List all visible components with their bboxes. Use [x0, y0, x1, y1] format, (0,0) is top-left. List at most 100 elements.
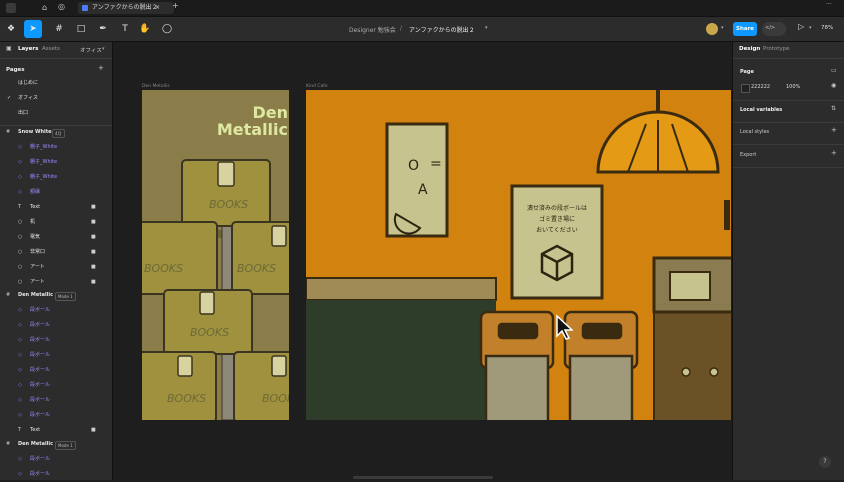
local-styles-title[interactable]: Local styles	[740, 129, 769, 135]
mouse-cursor-icon	[556, 314, 573, 340]
pen-icon: ✒	[99, 24, 107, 34]
text-tool[interactable]: T	[116, 20, 134, 38]
layer-item[interactable]: ◇ 棚子_White	[0, 170, 112, 185]
lock-icon[interactable]: ■	[91, 215, 96, 230]
comment-tool[interactable]: ◯	[158, 20, 176, 38]
frame-name: Snow White	[18, 129, 52, 135]
avatar-chevron-icon[interactable]: ▾	[721, 25, 724, 31]
panel-toggle-icon[interactable]: ▣	[6, 45, 12, 52]
layer-item[interactable]: ◇ 段ボール	[0, 363, 112, 378]
help-icon: ?	[823, 458, 827, 465]
present-icon[interactable]: ▷	[798, 22, 804, 31]
layer-item[interactable]: ◇ 段ボール	[0, 378, 112, 393]
layer-item[interactable]: T Text ■	[0, 200, 112, 215]
canvas[interactable]: Den Metallic Kind Cafe BOOKS BOOKS BOOKS	[113, 42, 731, 480]
chevron-down-icon[interactable]: ▾	[485, 25, 488, 31]
page-item[interactable]: はじめに	[0, 76, 112, 91]
new-tab-icon[interactable]: +	[172, 1, 179, 10]
visibility-eye-icon[interactable]: ◉	[831, 82, 836, 89]
lock-icon[interactable]: ■	[91, 245, 96, 260]
lock-icon[interactable]: ■	[91, 230, 96, 245]
layer-item[interactable]: ◇ 段ボール	[0, 348, 112, 363]
page-opacity-value[interactable]: 100%	[786, 84, 800, 90]
component-icon: ◇	[18, 307, 22, 313]
avatar[interactable]	[706, 23, 718, 35]
component-icon: ◇	[18, 189, 22, 195]
tab-layers[interactable]: Layers	[18, 46, 38, 52]
frame-layer-den-metallic[interactable]: # Den Metallic Mode 1	[0, 288, 112, 303]
project-name[interactable]: Designer 勉強会	[349, 25, 396, 34]
layer-item[interactable]: ○ 電気 ■	[0, 230, 112, 245]
layer-item-label: 段ボール	[30, 397, 51, 403]
layer-item[interactable]: ◇ 段ボール	[0, 393, 112, 408]
page-color-value[interactable]: 222222	[751, 84, 770, 90]
component-icon: ◇	[18, 456, 22, 462]
file-tab[interactable]: アンファクからの脱出２ ×	[78, 2, 174, 14]
canvas-scrollbar[interactable]	[353, 476, 493, 479]
file-name[interactable]: アンファクからの脱出２	[409, 25, 475, 34]
frame-tool[interactable]: #	[50, 20, 68, 38]
layer-item[interactable]: ◇ 棚子_White	[0, 140, 112, 155]
layer-item[interactable]: ◇ 段ボール	[0, 408, 112, 423]
lock-icon[interactable]: ■	[91, 423, 96, 438]
kind-cafe-frame[interactable]: O = A 潰せ済みの段ボールは ゴミ置き場に おいてください	[306, 90, 731, 420]
zoom-level[interactable]: 78%	[821, 25, 833, 31]
layer-item[interactable]: T Text ■	[0, 423, 112, 438]
add-page-icon[interactable]: +	[98, 64, 104, 72]
layer-item[interactable]: ◇ 段ボール	[0, 452, 112, 467]
layer-item-label: 非常口	[30, 249, 46, 255]
close-tab-icon[interactable]: ×	[155, 2, 160, 14]
layer-item[interactable]: ◇ 段ボール	[0, 333, 112, 348]
variables-settings-icon[interactable]: ⇅	[831, 105, 836, 112]
tab-prototype[interactable]: Prototype	[763, 46, 790, 52]
tab-assets[interactable]: Assets	[42, 46, 60, 52]
page-item-label: オフィス	[18, 95, 38, 101]
local-variables-title[interactable]: Local variables	[740, 107, 782, 113]
tab-design[interactable]: Design	[739, 46, 760, 52]
component-icon: ◇	[18, 337, 22, 343]
pen-tool[interactable]: ✒	[94, 20, 112, 38]
variable-mode-label: 4月	[55, 131, 62, 136]
frame-layer-snow-white[interactable]: # Snow White 4月	[0, 125, 112, 140]
hand-tool[interactable]: ✋	[136, 20, 154, 38]
poster-glyph: =	[430, 156, 442, 172]
page-item[interactable]: 出口	[0, 106, 112, 121]
layer-item[interactable]: ◇ 段ボール	[0, 303, 112, 318]
export-title[interactable]: Export	[740, 152, 756, 158]
notice-line2: ゴミ置き場に	[539, 215, 575, 223]
page-settings-icon[interactable]: ▭	[831, 67, 837, 74]
layer-item[interactable]: ◇ 額縁	[0, 185, 112, 200]
layer-item[interactable]: ○ 机 ■	[0, 215, 112, 230]
share-button[interactable]: Share	[733, 22, 757, 36]
frame-layer-den-metallic-2[interactable]: # Den Metallic Mode 1	[0, 437, 112, 452]
more-icon[interactable]: ···	[826, 1, 832, 8]
help-button[interactable]: ?	[819, 456, 831, 468]
home-icon[interactable]: ⌂	[42, 3, 47, 12]
shape-tool[interactable]: □	[72, 20, 90, 38]
page-color-swatch[interactable]	[741, 84, 750, 93]
lock-icon[interactable]: ■	[91, 200, 96, 215]
layer-item-label: 机	[30, 219, 36, 225]
page-item-current[interactable]: ✓ オフィス	[0, 91, 112, 106]
community-icon[interactable]: ◎	[58, 2, 65, 11]
frame-label-den-metallic[interactable]: Den Metallic	[142, 84, 170, 89]
present-chevron-icon[interactable]: ▾	[809, 25, 812, 31]
frame-label-kind-cafe[interactable]: Kind Cafe	[306, 84, 328, 89]
page-select[interactable]: オフィス	[80, 46, 102, 54]
dev-mode-toggle[interactable]: </>	[762, 22, 786, 36]
main-menu-button[interactable]: ❖	[2, 20, 20, 38]
layer-item-label: 額縁	[30, 189, 41, 195]
add-style-icon[interactable]: +	[831, 126, 837, 134]
layer-item-label: 段ボール	[30, 367, 51, 373]
lock-icon[interactable]: ■	[91, 260, 96, 275]
den-metallic-frame[interactable]: BOOKS BOOKS BOOKS BOOKS BOOKS BOOKS Den …	[142, 90, 289, 420]
page-select-chevron-icon[interactable]: ▾	[102, 46, 105, 52]
layer-item[interactable]: ○ 非常口 ■	[0, 245, 112, 260]
figma-menu-icon[interactable]	[6, 3, 16, 13]
frame-icon: #	[55, 24, 63, 34]
layer-item[interactable]: ◇ 段ボール	[0, 318, 112, 333]
add-export-icon[interactable]: +	[831, 149, 837, 157]
layer-item[interactable]: ◇ 棚子_White	[0, 155, 112, 170]
move-tool[interactable]: ➤	[24, 20, 42, 38]
layer-item[interactable]: ○ アート ■	[0, 260, 112, 275]
